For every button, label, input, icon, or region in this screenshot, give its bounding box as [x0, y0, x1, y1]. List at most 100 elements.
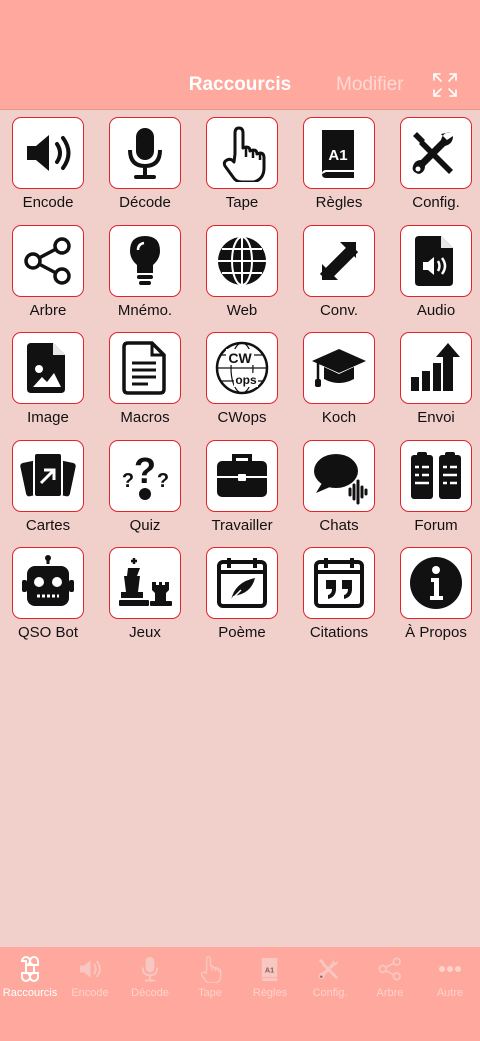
shortcut-tile-15[interactable]: Envoi	[388, 332, 480, 432]
shortcut-tile-6[interactable]: Arbre	[0, 224, 96, 325]
shortcut-label: Chats	[319, 516, 359, 534]
shortcut-label: Jeux	[129, 624, 161, 641]
shortcut-icon-box[interactable]	[400, 332, 472, 404]
shortcut-tile-13[interactable]: CW ops CWops	[194, 332, 290, 432]
shortcut-label: QSO Bot	[17, 624, 79, 641]
shortcut-label: Audio	[416, 301, 456, 319]
shortcut-label: CWops	[217, 409, 267, 426]
shortcut-tile-21[interactable]: QSO Bot	[0, 547, 96, 647]
shortcut-tile-14[interactable]: Koch	[291, 332, 387, 432]
shortcut-icon-box[interactable]	[109, 547, 181, 619]
navigation-header: Raccourcis Modifier	[0, 0, 480, 110]
rule-book-icon: A1	[310, 124, 368, 182]
tab-5[interactable]: A1 Règles	[240, 955, 300, 999]
tab-label: Autre	[436, 987, 464, 999]
shortcut-icon-box[interactable]	[206, 117, 278, 189]
shortcut-tile-2[interactable]: Décode	[97, 117, 193, 217]
tab-1[interactable]: Raccourcis	[0, 955, 60, 999]
shortcut-label: À Propos	[405, 624, 467, 641]
shortcut-label: Décode	[119, 194, 171, 211]
shortcut-tile-19[interactable]: Chats	[291, 439, 387, 540]
shortcut-icon-box[interactable]	[303, 547, 375, 619]
shortcut-label: Arbre	[29, 301, 67, 319]
shortcut-icon-box[interactable]	[206, 547, 278, 619]
shortcut-label: Conv.	[319, 301, 359, 319]
shortcut-tile-24[interactable]: Citations	[291, 547, 387, 647]
document-icon	[116, 339, 174, 397]
shortcut-icon-box[interactable]: ???	[109, 439, 181, 512]
shortcut-label: Encode	[22, 194, 74, 211]
tab-8[interactable]: Autre	[420, 955, 480, 999]
shortcut-tile-8[interactable]: Web	[194, 224, 290, 325]
shortcut-label: Image	[27, 409, 69, 426]
shortcut-icon-box[interactable]	[206, 224, 278, 297]
share-tree-icon	[360, 955, 420, 983]
page-title: Raccourcis	[188, 74, 292, 95]
shortcut-icon-box[interactable]	[109, 117, 181, 189]
shortcut-tile-9[interactable]: Conv.	[291, 224, 387, 325]
globe-icon	[213, 232, 271, 290]
shortcut-icon-box[interactable]: CW ops	[206, 332, 278, 404]
shortcut-icon-box[interactable]	[400, 224, 472, 297]
shortcut-tile-1[interactable]: Encode	[0, 117, 96, 217]
pointer-hand-icon	[213, 124, 271, 182]
shortcut-tile-22[interactable]: Jeux	[97, 547, 193, 647]
shortcut-tile-4[interactable]: A1 Règles	[291, 117, 387, 217]
tab-6[interactable]: Config.	[300, 955, 360, 999]
info-icon	[407, 554, 465, 612]
shortcut-icon-box[interactable]	[400, 439, 472, 512]
shortcut-label: Poème	[218, 624, 266, 641]
cwops-globe-icon: CW ops	[213, 339, 271, 397]
shortcut-icon-box[interactable]	[12, 547, 84, 619]
tab-label: Arbre	[376, 987, 404, 999]
tab-3[interactable]: Décode	[120, 955, 180, 999]
shortcut-tile-3[interactable]: Tape	[194, 117, 290, 217]
chat-bubble-icon	[310, 447, 368, 505]
shortcut-label: Cartes	[25, 516, 71, 534]
shortcut-tile-11[interactable]: Image	[0, 332, 96, 432]
shortcut-tile-7[interactable]: Mnémo.	[97, 224, 193, 325]
shortcut-label: Quiz	[129, 516, 161, 534]
rule-book-icon: A1	[240, 955, 300, 983]
shortcut-icon-box[interactable]	[109, 224, 181, 297]
shortcut-icon-box[interactable]	[400, 117, 472, 189]
shortcut-label: Koch	[321, 409, 357, 426]
shortcut-icon-box[interactable]	[12, 117, 84, 189]
shortcut-tile-5[interactable]: Config.	[388, 117, 480, 217]
shortcut-icon-box[interactable]	[12, 439, 84, 512]
calendar-quill-icon	[213, 554, 271, 612]
shortcut-tile-18[interactable]: Travailler	[194, 439, 290, 540]
speaker-icon	[60, 955, 120, 983]
shortcut-icon-box[interactable]	[206, 439, 278, 512]
audio-file-icon	[407, 232, 465, 290]
shortcut-tile-23[interactable]: Poème	[194, 547, 290, 647]
shortcut-icon-box[interactable]	[303, 224, 375, 297]
shortcut-icon-box[interactable]: A1	[303, 117, 375, 189]
expand-icon[interactable]	[432, 72, 458, 98]
image-file-icon	[19, 339, 77, 397]
shortcut-tile-12[interactable]: Macros	[97, 332, 193, 432]
tab-2[interactable]: Encode	[60, 955, 120, 999]
shortcut-tile-17[interactable]: ??? Quiz	[97, 439, 193, 540]
svg-text:A1: A1	[265, 965, 274, 974]
shortcut-label: Travailler	[211, 516, 273, 534]
convert-arrows-icon	[310, 232, 368, 290]
shortcut-icon-box[interactable]	[12, 332, 84, 404]
tab-label: Raccourcis	[2, 987, 58, 999]
share-tree-icon	[19, 232, 77, 290]
shortcut-icon-box[interactable]	[109, 332, 181, 404]
shortcut-tile-20[interactable]: Forum	[388, 439, 480, 540]
shortcut-icon-box[interactable]	[303, 332, 375, 404]
shortcut-tile-10[interactable]: Audio	[388, 224, 480, 325]
shortcut-tile-25[interactable]: À Propos	[388, 547, 480, 647]
microphone-icon	[116, 124, 174, 182]
shortcut-icon-box[interactable]	[12, 224, 84, 297]
calendar-quote-icon	[310, 554, 368, 612]
shortcut-icon-box[interactable]	[400, 547, 472, 619]
shortcut-tile-16[interactable]: Cartes	[0, 439, 96, 540]
tab-7[interactable]: Arbre	[360, 955, 420, 999]
clipboards-icon	[407, 447, 465, 505]
modify-button[interactable]: Modifier	[336, 74, 404, 96]
tab-4[interactable]: Tape	[180, 955, 240, 999]
shortcut-icon-box[interactable]	[303, 439, 375, 512]
